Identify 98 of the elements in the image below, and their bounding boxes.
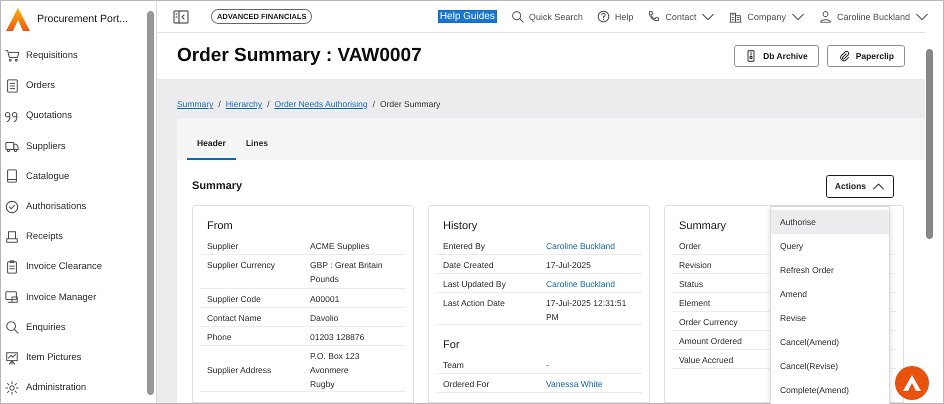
tab[interactable]: Lines bbox=[236, 138, 278, 160]
menu-item[interactable]: Query bbox=[771, 234, 889, 258]
field-value: 17-Jul-2025 bbox=[546, 260, 591, 270]
field-value: 17-Jul-2025 12:31:51 PM bbox=[546, 298, 626, 322]
sidebar-item[interactable]: Administration bbox=[5, 372, 147, 403]
sidebar-item[interactable]: Enquiries bbox=[5, 312, 147, 342]
user-link[interactable]: Caroline Buckland bbox=[546, 241, 615, 251]
sidebar-item[interactable]: Authorisations bbox=[5, 191, 147, 222]
chart-board-icon bbox=[5, 350, 19, 365]
actions-button[interactable]: Actions bbox=[826, 174, 894, 198]
book-icon bbox=[5, 169, 19, 184]
breadcrumb-separator: / bbox=[372, 99, 375, 109]
field-label: Value Accrued bbox=[679, 355, 734, 365]
paperclip-button[interactable]: Paperclip bbox=[826, 45, 905, 67]
group-title: Summary bbox=[678, 220, 728, 232]
field-label: Ordered For bbox=[443, 379, 490, 389]
menu-item[interactable]: Cancel(Revise) bbox=[771, 354, 889, 378]
field-label: Supplier Currency bbox=[207, 260, 276, 270]
group-title: For bbox=[442, 339, 460, 351]
field-label: Team bbox=[443, 360, 464, 370]
menu-item[interactable]: Amend bbox=[771, 282, 889, 306]
printer-icon bbox=[5, 230, 19, 244]
logo-icon bbox=[5, 6, 31, 31]
app-title: Procurement Port... bbox=[37, 12, 128, 25]
field-value: GBP : Great Britain Pounds bbox=[310, 260, 383, 284]
user-icon bbox=[818, 10, 832, 23]
document-icon bbox=[5, 78, 19, 93]
sidebar-item[interactable]: Orders bbox=[5, 70, 147, 101]
truck-icon bbox=[5, 139, 19, 154]
field-label: Amount Ordered bbox=[679, 336, 742, 346]
cart-icon bbox=[5, 48, 19, 62]
breadcrumb-link[interactable]: Order Needs Authorising bbox=[274, 99, 368, 109]
sidebar-item[interactable]: Invoice Clearance bbox=[5, 252, 147, 282]
clipboard-icon bbox=[5, 260, 19, 274]
section-title: Summary bbox=[192, 180, 244, 192]
field-value: Rugby bbox=[310, 378, 336, 391]
sidebar-toggle-icon[interactable] bbox=[173, 8, 189, 24]
search-icon bbox=[510, 10, 524, 23]
help-button[interactable]: Help bbox=[596, 10, 634, 23]
sidebar-item[interactable]: Requisitions bbox=[5, 40, 147, 71]
field-value: Davolio bbox=[310, 313, 338, 323]
monitor-icon bbox=[5, 290, 19, 304]
field-label: Order bbox=[679, 241, 701, 251]
menu-item[interactable]: Refresh Order bbox=[771, 258, 889, 282]
field-label: Element bbox=[679, 298, 710, 308]
logo-icon bbox=[903, 375, 921, 391]
field-value: ACME Supplies bbox=[310, 241, 370, 251]
help-icon bbox=[596, 10, 610, 23]
building-icon bbox=[729, 10, 742, 23]
field-label: Phone bbox=[207, 332, 232, 342]
sidebar-item[interactable]: Receipts bbox=[5, 222, 147, 252]
field-label: Last Action Date bbox=[443, 298, 505, 308]
group-title: History bbox=[442, 220, 478, 232]
field-label: Supplier Address bbox=[207, 365, 272, 375]
user-menu[interactable]: Caroline Buckland bbox=[818, 10, 929, 24]
field-value: 01203 128876 bbox=[310, 332, 364, 342]
user-link[interactable]: Caroline Buckland bbox=[546, 279, 615, 289]
sidebar-item[interactable]: Item Pictures bbox=[5, 342, 147, 373]
paperclip-icon bbox=[838, 50, 850, 62]
phone-icon bbox=[647, 10, 660, 23]
search-icon bbox=[5, 320, 19, 334]
field-label: Last Updated By bbox=[443, 279, 506, 289]
group-title: From bbox=[206, 220, 234, 232]
check-circle-icon bbox=[5, 200, 19, 214]
field-label: Supplier bbox=[207, 241, 238, 251]
sidebar-item[interactable]: Quotations bbox=[5, 100, 147, 131]
quick-search-button[interactable]: Quick Search bbox=[510, 10, 583, 23]
menu-item[interactable]: Complete(Amend) bbox=[771, 378, 889, 402]
field-label: Status bbox=[679, 279, 704, 289]
help-guides-link[interactable]: Help Guides bbox=[438, 10, 497, 23]
menu-item[interactable]: Authorise bbox=[771, 210, 889, 234]
contact-menu[interactable]: Contact bbox=[647, 10, 716, 24]
field-label: Contact Name bbox=[207, 313, 262, 323]
field-label: Date Created bbox=[443, 260, 494, 270]
breadcrumb-link[interactable]: Hierarchy bbox=[226, 99, 262, 109]
archive-icon bbox=[745, 50, 758, 62]
user-link[interactable]: Vanessa White bbox=[546, 379, 603, 389]
field-label: Order Currency bbox=[679, 317, 738, 327]
menu-item[interactable]: Cancel(Amend) bbox=[771, 330, 889, 354]
sidebar-item[interactable]: Catalogue bbox=[5, 161, 147, 192]
breadcrumb-separator: / bbox=[267, 99, 270, 109]
breadcrumb-link[interactable]: Summary bbox=[177, 99, 214, 109]
scrollbar[interactable] bbox=[147, 11, 154, 395]
field-label: Supplier Code bbox=[207, 294, 261, 304]
field-value: A00001 bbox=[310, 294, 340, 304]
archive-button[interactable]: Db Archive bbox=[734, 45, 819, 67]
page-title: Order Summary : VAW0007 bbox=[177, 45, 423, 67]
sidebar-item[interactable]: Suppliers bbox=[5, 130, 147, 162]
menu-item[interactable]: Revise bbox=[771, 306, 889, 330]
field-value: - bbox=[546, 360, 549, 370]
sidebar-item[interactable]: Invoice Manager bbox=[5, 282, 147, 312]
breadcrumb-current: Order Summary bbox=[380, 99, 440, 109]
field-label: Revision bbox=[679, 260, 712, 270]
breadcrumb-separator: / bbox=[218, 99, 221, 109]
field-value: Avonmere bbox=[310, 364, 350, 377]
field-value: P.O. Box 123 bbox=[310, 350, 360, 363]
field-label: Entered By bbox=[443, 241, 486, 251]
company-menu[interactable]: Company bbox=[729, 10, 805, 24]
